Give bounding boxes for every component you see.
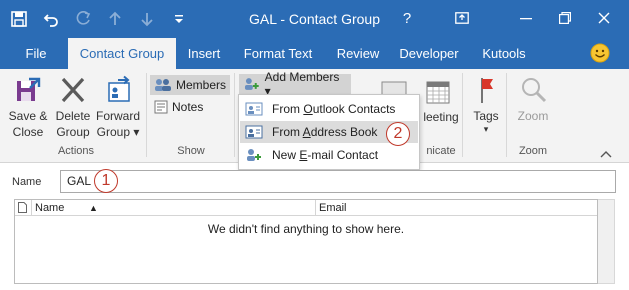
group-separator [506,73,507,157]
group-label-actions: Actions [57,145,95,157]
flag-icon [481,78,493,103]
group-name-value: GAL [67,174,92,188]
smiley-feedback-icon[interactable] [590,43,610,63]
zoom-button-label: Zoom [517,109,549,123]
notes-label: Notes [172,100,204,114]
delete-group-label-2: Group [56,125,90,139]
tags-caret: ▾ [483,124,489,134]
column-header-email[interactable]: Email [319,200,439,216]
tags-button[interactable]: Tags ▾ [470,75,502,134]
menu-item-label: New E-mail Contact [272,148,379,162]
menu-item-label: From Address Book [272,125,378,139]
group-label-communicate: nicate [426,145,456,157]
forward-group-label-2: Group ▾ [96,125,140,139]
menu-item-new-email-contact[interactable]: New E-mail Contact [240,144,418,166]
column-divider [31,200,32,216]
group-name-field[interactable]: GAL [60,170,616,193]
tab-developer[interactable]: Developer [394,38,464,69]
delete-group-label-1: Delete [55,109,91,123]
meeting-label: leeting [423,110,459,124]
save-close-icon [17,77,41,101]
menu-item-label: From Outlook Contacts [272,102,396,116]
name-label: Name [12,176,42,188]
title-bar: GAL - Contact Group ? [0,0,629,38]
members-icon [154,79,171,91]
save-close-button[interactable]: Save & Close [8,75,48,140]
tab-file[interactable]: File [14,38,58,69]
address-book-icon [245,125,263,139]
menu-item-from-outlook-contacts[interactable]: From Outlook Contacts [240,98,418,120]
forward-group-button[interactable]: Forward Group ▾ [95,75,141,140]
tags-label: Tags [473,109,499,123]
column-divider [315,200,316,216]
meeting-button[interactable] [418,79,458,108]
delete-x-icon [61,77,85,103]
members-list[interactable]: Name ▲ Email We didn't find anything to … [14,199,598,284]
magnifier-icon [522,78,547,103]
members-button[interactable]: Members [150,75,230,95]
help-button[interactable]: ? [393,6,421,30]
tab-insert[interactable]: Insert [180,38,228,69]
vertical-scrollbar[interactable] [598,199,615,284]
ribbon-tabs: File Contact Group Insert Format Text Re… [0,38,629,69]
notes-button[interactable]: Notes [150,97,230,117]
members-list-header: Name ▲ Email [15,200,597,216]
step-marker-1: 1 [94,169,118,193]
save-close-label-1: Save & [8,109,48,123]
outlook-contacts-icon [245,102,263,116]
group-separator [146,73,147,157]
notes-icon [154,100,168,114]
add-members-icon [244,78,259,90]
tab-kutools[interactable]: Kutools [474,38,534,69]
calendar-icon [426,81,450,104]
column-header-name[interactable]: Name [35,200,95,216]
save-close-label-2: Close [12,125,44,139]
group-separator [234,73,235,157]
delete-group-button[interactable]: Delete Group [52,75,94,140]
forward-group-label-1: Forward [95,109,140,123]
forward-group-icon [108,75,130,102]
add-members-button[interactable]: Add Members ▾ [239,70,351,98]
collapse-ribbon-icon[interactable] [600,147,612,161]
restore-icon[interactable] [551,6,579,30]
members-label: Members [175,78,226,92]
tab-format-text[interactable]: Format Text [236,38,320,69]
sort-ascending-icon: ▲ [89,203,98,213]
zoom-button[interactable]: Zoom [513,75,553,124]
group-separator [462,73,463,157]
minimize-icon[interactable] [512,6,540,30]
tab-contact-group[interactable]: Contact Group [68,38,176,69]
document-icon [18,202,27,216]
new-contact-icon [247,149,261,161]
group-label-show: Show [177,145,205,157]
empty-list-message: We didn't find anything to show here. [207,222,405,236]
ribbon-display-options-icon[interactable] [448,6,476,30]
tab-review[interactable]: Review [330,38,386,69]
step-marker-2: 2 [386,122,410,146]
close-icon[interactable] [590,6,618,30]
group-label-zoom: Zoom [518,145,548,157]
